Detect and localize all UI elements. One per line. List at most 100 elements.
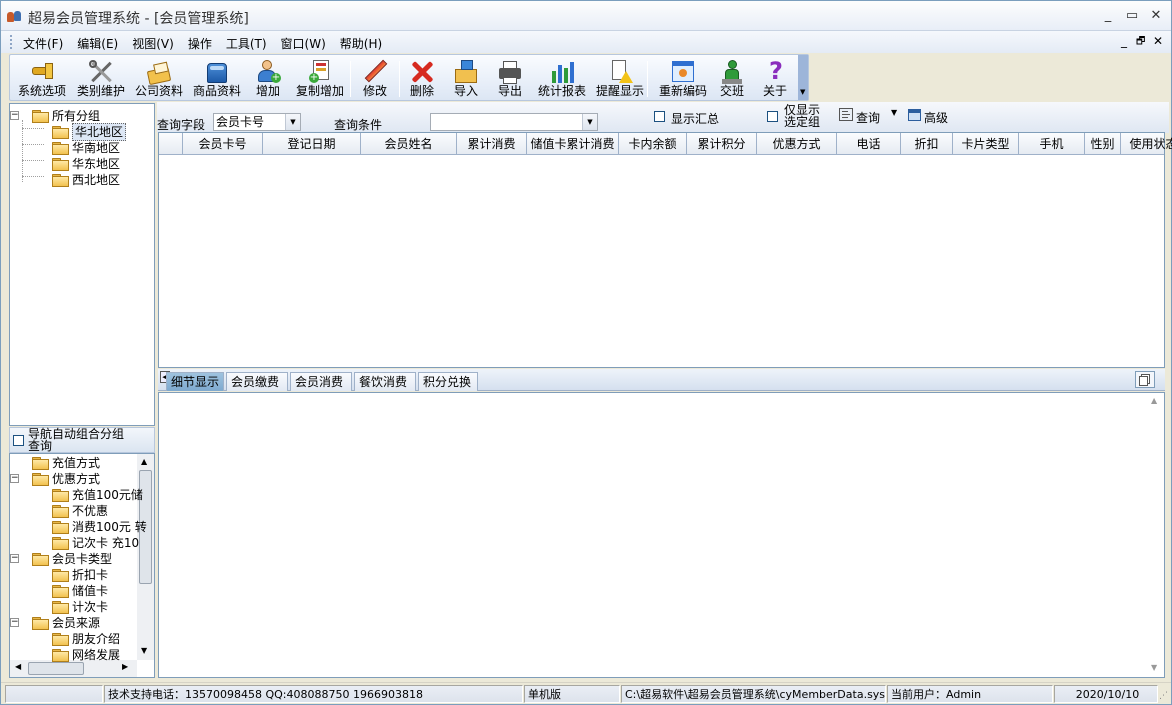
- group-tree-item[interactable]: 华北地区: [10, 123, 135, 141]
- search-icon[interactable]: [839, 108, 853, 121]
- nav-tree-item[interactable]: − 会员来源: [10, 615, 135, 631]
- toolbar-button-goods[interactable]: 商品资料: [192, 57, 242, 101]
- chevron-down-icon[interactable]: ▼: [582, 114, 597, 130]
- mdi-restore-button[interactable]: 🗗: [1136, 34, 1145, 51]
- advanced-button[interactable]: 高级: [924, 109, 948, 126]
- grid-column-header[interactable]: 卡内余额: [619, 133, 687, 155]
- detail-vscroll[interactable]: ▲ ▼: [1147, 393, 1164, 677]
- nav-tree-item[interactable]: − 优惠方式: [10, 471, 135, 487]
- scroll-left-icon[interactable]: ◀: [15, 662, 21, 671]
- toolbar-button-tools[interactable]: 类别维护: [76, 57, 126, 101]
- toolbar-button-print[interactable]: 导出: [496, 57, 524, 101]
- nav-tree-item[interactable]: 消费100元 转: [10, 519, 147, 535]
- nav-tree-item[interactable]: 计次卡: [10, 599, 135, 615]
- toolbar-button-label: 关于: [762, 84, 787, 98]
- toolbar-button-shift[interactable]: 交班: [714, 57, 750, 101]
- toolbar-button-copy-add[interactable]: + 复制增加: [292, 57, 348, 101]
- menu-item-0[interactable]: 文件(F): [23, 35, 63, 52]
- toolbar-button-pencil[interactable]: 修改: [362, 57, 388, 101]
- toolbar-button-alert[interactable]: 提醒显示: [593, 57, 647, 101]
- grid-column-header[interactable]: 折扣: [901, 133, 953, 155]
- nav-tree-item[interactable]: 不优惠: [10, 503, 135, 519]
- query-condition-input[interactable]: ▼: [430, 113, 598, 131]
- grid-column-header[interactable]: 会员卡号: [183, 133, 263, 155]
- menu-item-5[interactable]: 窗口(W): [281, 35, 326, 52]
- toolbar-button-help[interactable]: ? 关于: [760, 57, 790, 101]
- collapse-icon[interactable]: −: [10, 618, 19, 627]
- only-selected-checkbox[interactable]: [767, 111, 778, 122]
- window-title: 超易会员管理系统 - [会员管理系统]: [28, 11, 249, 27]
- maximize-button[interactable]: ▭: [1123, 7, 1141, 25]
- group-tree-item[interactable]: 华东地区: [10, 156, 135, 172]
- search-button[interactable]: 查询: [856, 109, 880, 126]
- tab-3[interactable]: 餐饮消费: [354, 372, 416, 391]
- tab-1[interactable]: 会员缴费: [226, 372, 288, 391]
- grid-column-header[interactable]: 累计消费: [457, 133, 527, 155]
- group-tree-item[interactable]: 华南地区: [10, 140, 135, 156]
- collapse-icon[interactable]: −: [10, 111, 19, 120]
- toolbar-button-company[interactable]: 公司资料: [134, 57, 184, 101]
- close-button[interactable]: ✕: [1147, 7, 1165, 25]
- collapse-icon[interactable]: −: [10, 554, 19, 563]
- scroll-down-icon[interactable]: ▼: [141, 646, 147, 655]
- menu-item-2[interactable]: 视图(V): [132, 35, 174, 52]
- menu-item-1[interactable]: 编辑(E): [77, 35, 118, 52]
- menu-item-6[interactable]: 帮助(H): [340, 35, 382, 52]
- nav-tree-hscroll-thumb[interactable]: [28, 662, 84, 675]
- mdi-minimize-button[interactable]: _: [1121, 34, 1127, 48]
- query-field-select[interactable]: 会员卡号 ▼: [213, 113, 301, 131]
- toolbar-button-recode[interactable]: 重新编码: [655, 57, 711, 101]
- show-total-checkbox[interactable]: [654, 111, 665, 122]
- minimize-button[interactable]: _: [1099, 7, 1117, 25]
- menu-item-3[interactable]: 操作: [188, 35, 212, 52]
- group-tree-root[interactable]: − 所有分组: [10, 108, 135, 124]
- nav-tree-item[interactable]: − 会员卡类型: [10, 551, 135, 567]
- resize-grip-icon[interactable]: ⋰: [1159, 691, 1168, 701]
- tree-item-label: 折扣卡: [72, 568, 109, 582]
- nav-tree-item[interactable]: 记次卡 充10: [10, 535, 139, 551]
- grid-column-header[interactable]: 性别: [1085, 133, 1121, 155]
- tab-2[interactable]: 会员消费: [290, 372, 352, 391]
- grid-column-header[interactable]: 手机: [1019, 133, 1085, 155]
- tab-4[interactable]: 积分兑换: [418, 372, 478, 391]
- folder-icon: [52, 569, 69, 582]
- collapse-icon[interactable]: −: [10, 474, 19, 483]
- nav-tree-item[interactable]: 充值方式: [10, 455, 135, 471]
- grid-column-header[interactable]: 使用状态: [1121, 133, 1172, 155]
- scroll-down-icon[interactable]: ▼: [1151, 663, 1157, 672]
- scroll-up-icon[interactable]: ▲: [141, 457, 147, 466]
- grid-column-header[interactable]: 累计积分: [687, 133, 757, 155]
- nav-tree-item[interactable]: 网络发展: [10, 647, 135, 663]
- toolbar-button-label: 增加: [255, 84, 280, 98]
- toolbar-overflow-button[interactable]: ▼: [798, 55, 808, 100]
- nav-auto-group-checkbox[interactable]: [13, 435, 24, 446]
- mdi-close-button[interactable]: ✕: [1153, 34, 1163, 48]
- group-tree-item[interactable]: 西北地区: [10, 172, 135, 188]
- member-grid[interactable]: 会员卡号 登记日期 会员姓名 累计消费 储值卡累计消费 卡内余额 累计积分 优惠方式 电话 折扣卡…: [158, 132, 1172, 368]
- folder-icon: [52, 142, 69, 155]
- grid-column-header[interactable]: 卡片类型: [953, 133, 1019, 155]
- search-dropdown-icon[interactable]: ▼: [891, 108, 897, 117]
- toolbar-button-delete[interactable]: 删除: [408, 57, 436, 101]
- nav-tree-vscroll[interactable]: ▲ ▼: [137, 454, 154, 660]
- grid-column-header[interactable]: 登记日期: [263, 133, 361, 155]
- scroll-up-icon[interactable]: ▲: [1151, 396, 1157, 405]
- menu-item-4[interactable]: 工具(T): [226, 35, 267, 52]
- advanced-icon[interactable]: [908, 109, 921, 121]
- tab-0[interactable]: 细节显示: [166, 372, 224, 391]
- nav-tree-item[interactable]: 朋友介绍: [10, 631, 135, 647]
- grid-column-header[interactable]: 会员姓名: [361, 133, 457, 155]
- copy-icon[interactable]: [1135, 371, 1155, 388]
- nav-tree-item[interactable]: 充值100元储: [10, 487, 143, 503]
- grid-column-header[interactable]: 优惠方式: [757, 133, 837, 155]
- grid-column-header[interactable]: 储值卡累计消费: [527, 133, 619, 155]
- grid-column-header[interactable]: 电话: [837, 133, 901, 155]
- toolbar-button-chart[interactable]: 统计报表: [535, 57, 589, 101]
- chevron-down-icon[interactable]: ▼: [285, 114, 300, 130]
- nav-tree-item[interactable]: 折扣卡: [10, 567, 135, 583]
- scroll-right-icon[interactable]: ▶: [122, 662, 128, 671]
- toolbar-button-add-user[interactable]: + 增加: [254, 57, 282, 101]
- toolbar-button-key[interactable]: 系统选项: [16, 57, 68, 101]
- toolbar-button-import[interactable]: 导入: [452, 57, 480, 101]
- nav-tree-item[interactable]: 储值卡: [10, 583, 135, 599]
